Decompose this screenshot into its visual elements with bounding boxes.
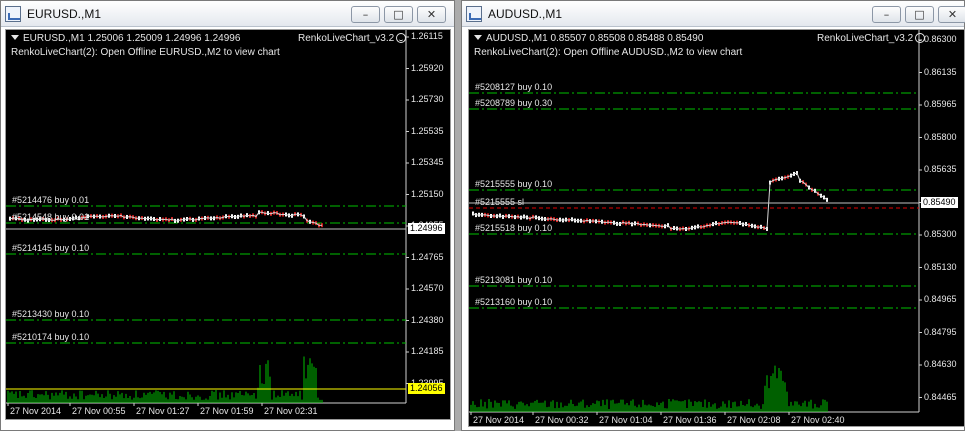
price-scale-label: 0.84795 [924, 326, 957, 337]
time-scale-label: 27 Nov 01:27 [136, 406, 190, 416]
order-label: #5208789 buy 0.30 [475, 98, 553, 108]
time-scale-label: 27 Nov 00:32 [535, 415, 589, 425]
chart-info-line: EURUSD.,M1 1.25006 1.25009 1.24996 1.249… [11, 33, 240, 44]
time-scale-label: 27 Nov 2014 [10, 406, 62, 416]
indicator-name-text: RenkoLiveChart_v3.2 [817, 33, 914, 44]
price-scale-label: 1.25150 [411, 188, 444, 199]
close-button[interactable]: ✕ [417, 6, 446, 23]
price-scale-label: 1.24570 [411, 283, 444, 293]
price-scale-label: 1.25345 [411, 157, 444, 167]
order-label: #5213160 buy 0.10 [475, 297, 553, 307]
chart-window-icon [466, 6, 482, 22]
price-scale-label: 0.85130 [924, 261, 957, 272]
price-scale-label: 0.85635 [924, 164, 957, 174]
time-scale-label: 27 Nov 02:31 [264, 406, 318, 416]
current-price-tag: 0.85490 [921, 197, 958, 208]
price-scale-label: 0.84630 [924, 359, 957, 369]
indicator-message: RenkoLiveChart(2): Open Offline AUDUSD.,… [474, 47, 743, 58]
price-scale-label: 0.86300 [924, 34, 957, 44]
price-scale-label: 0.84465 [924, 391, 957, 402]
price-scale-label: 0.85300 [924, 229, 957, 239]
minimize-button[interactable]: – [351, 6, 380, 23]
maximize-button[interactable]: □ [384, 6, 413, 23]
order-label: #5214548 buy 0.01 [12, 212, 90, 222]
dropdown-triangle-icon [11, 35, 19, 40]
volume-price-tag: 1.24056 [408, 383, 445, 394]
chart-info-line: AUDUSD.,M1 0.85507 0.85508 0.85488 0.854… [474, 33, 703, 44]
order-label: #5215555 sl [475, 197, 525, 207]
order-label: #5215555 buy 0.10 [475, 179, 553, 189]
time-scale-label: 27 Nov 01:04 [599, 415, 653, 425]
price-scale-label: 1.25730 [411, 94, 444, 104]
order-label: #5210174 buy 0.10 [12, 332, 90, 342]
close-button[interactable]: ✕ [938, 6, 965, 23]
order-label: #5214476 buy 0.01 [12, 195, 90, 205]
current-price-tag: 1.24996 [408, 223, 445, 234]
ohlc-values: EURUSD.,M1 1.25006 1.25009 1.24996 1.249… [23, 33, 241, 44]
dropdown-triangle-icon [474, 35, 482, 40]
indicator-name-text: RenkoLiveChart_v3.2 [298, 33, 395, 44]
order-label: #5213081 buy 0.10 [475, 275, 553, 285]
price-scale-label: 1.25920 [411, 62, 444, 73]
audusd-title-bar[interactable]: AUDUSD.,M1 – □ ✕ [462, 1, 965, 27]
audusd-chart-window[interactable]: AUDUSD.,M1 – □ ✕ AUDUSD.,M1 0.85507 0.85… [461, 0, 965, 431]
order-label: #5215518 buy 0.10 [475, 223, 553, 233]
time-scale-label: 27 Nov 02:08 [727, 415, 781, 425]
audusd-chart-area[interactable]: AUDUSD.,M1 0.85507 0.85508 0.85488 0.854… [468, 29, 965, 427]
time-scale-label: 27 Nov 01:36 [663, 415, 717, 425]
smiley-icon [396, 33, 407, 43]
order-label: #5214145 buy 0.10 [12, 243, 90, 253]
indicator-message: RenkoLiveChart(2): Open Offline EURUSD.,… [11, 47, 280, 58]
order-label: #5213430 buy 0.10 [12, 309, 90, 319]
minimize-button[interactable]: – [872, 6, 901, 23]
price-scale-label: 0.86135 [924, 66, 957, 77]
indicator-name: RenkoLiveChart_v3.2 [817, 33, 926, 44]
maximize-button[interactable]: □ [905, 6, 934, 23]
eurusd-chart-area[interactable]: EURUSD.,M1 1.25006 1.25009 1.24996 1.249… [5, 29, 451, 420]
order-label: #5208127 buy 0.10 [475, 82, 553, 92]
price-scale-label: 1.24380 [411, 314, 444, 325]
time-scale-label: 27 Nov 02:40 [791, 415, 845, 425]
price-scale-label: 1.24765 [411, 251, 444, 262]
eurusd-chart-window[interactable]: EURUSD.,M1 – □ ✕ EURUSD.,M1 1.25006 1.25… [0, 0, 455, 431]
price-scale-label: 1.25535 [411, 125, 444, 136]
price-scale-label: 1.26115 [411, 31, 443, 41]
time-scale-label: 27 Nov 01:59 [200, 406, 254, 416]
time-scale-label: 27 Nov 00:55 [72, 406, 126, 416]
time-scale-label: 27 Nov 2014 [473, 415, 525, 425]
ohlc-values: AUDUSD.,M1 0.85507 0.85508 0.85488 0.854… [486, 33, 704, 44]
price-scale-label: 0.84965 [924, 294, 957, 304]
price-scale-label: 0.85800 [924, 131, 957, 142]
window-title: AUDUSD.,M1 [488, 7, 563, 21]
price-scale-label: 1.24185 [411, 346, 444, 356]
chart-window-icon [5, 6, 21, 22]
eurusd-title-bar[interactable]: EURUSD.,M1 – □ ✕ [1, 1, 454, 27]
price-scale-label: 0.85965 [924, 99, 957, 109]
window-title: EURUSD.,M1 [27, 7, 102, 21]
indicator-name: RenkoLiveChart_v3.2 [298, 33, 407, 44]
